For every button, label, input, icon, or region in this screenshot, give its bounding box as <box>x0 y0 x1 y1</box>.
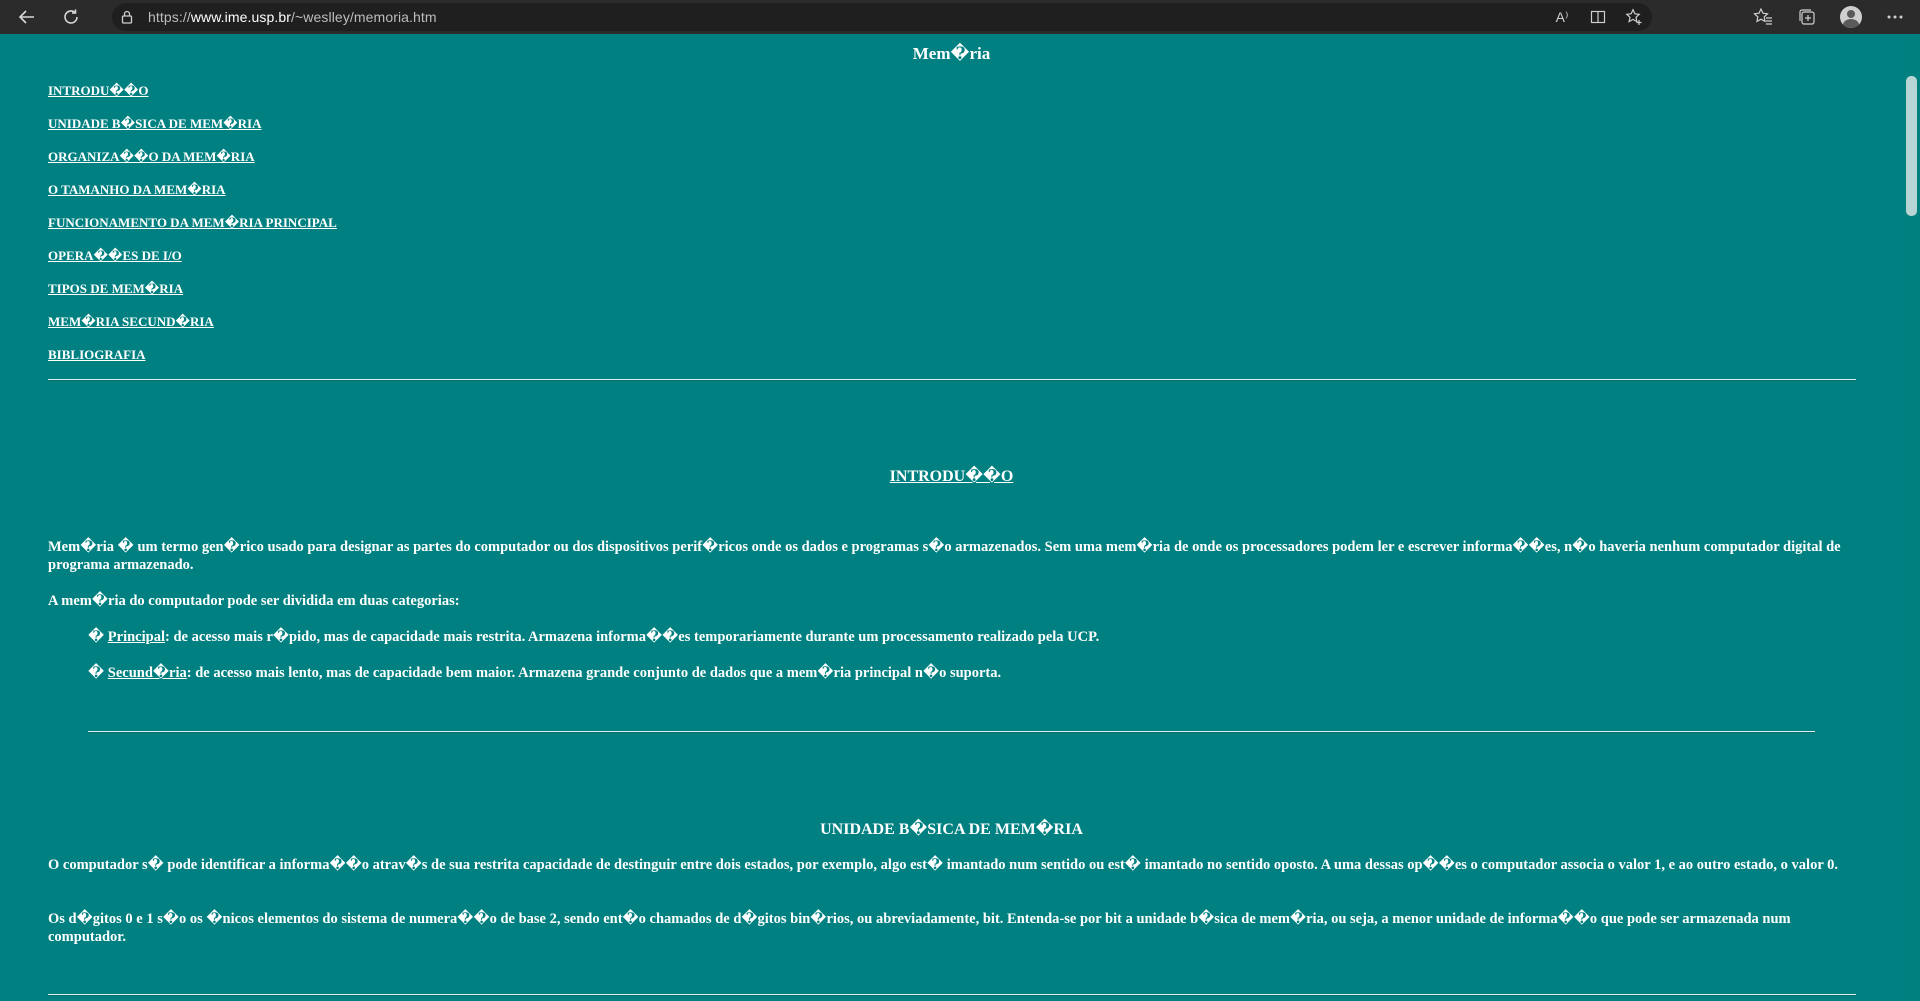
more-menu-icon[interactable] <box>1884 6 1906 28</box>
divider-middle <box>88 731 1815 733</box>
bullet-secundaria: � Secund�ria: de acesso mais lento, mas … <box>88 664 1848 682</box>
toc-item: OPERA��ES DE I/O <box>48 247 337 280</box>
collections-icon[interactable] <box>1796 6 1818 28</box>
divider-top <box>48 379 1856 381</box>
toc-item: UNIDADE B�SICA DE MEM�RIA <box>48 115 337 148</box>
toc-item: ORGANIZA��O DA MEM�RIA <box>48 148 337 181</box>
toc-link-tipos[interactable]: TIPOS DE MEM�RIA <box>48 281 183 296</box>
toc-link-unidade-basica[interactable]: UNIDADE B�SICA DE MEM�RIA <box>48 116 262 131</box>
bullet-term: Secund�ria <box>107 665 187 681</box>
toc-item: FUNCIONAMENTO DA MEM�RIA PRINCIPAL <box>48 214 337 247</box>
section-heading-text: INTRODU��O <box>889 468 1014 485</box>
immersive-reader-icon[interactable] <box>1588 7 1608 27</box>
toc-item: BIBLIOGRAFIA <box>48 346 337 379</box>
bullet-text: : de acesso mais r�pido, mas de capacida… <box>164 629 1100 645</box>
intro-paragraph-2: A mem�ria do computador pode ser dividid… <box>48 593 460 609</box>
url-host: www.ime.usp.br <box>190 9 292 25</box>
back-button[interactable] <box>10 0 44 34</box>
table-of-contents: INTRODU��O UNIDADE B�SICA DE MEM�RIA ORG… <box>48 82 337 379</box>
url-path: /~weslley/memoria.htm <box>291 9 437 25</box>
address-bar[interactable]: https://www.ime.usp.br/~weslley/memoria.… <box>112 3 1652 31</box>
toc-link-secundaria[interactable]: MEM�RIA SECUND�RIA <box>48 314 214 329</box>
lock-icon <box>121 10 133 24</box>
bullet-principal: � Principal: de acesso mais r�pido, mas … <box>88 628 1848 646</box>
toc-link-introducao[interactable]: INTRODU��O <box>48 83 148 98</box>
read-aloud-icon[interactable]: A⁾ <box>1552 7 1572 27</box>
bullet-mark: � <box>88 665 108 681</box>
page-title: Mem�ria <box>912 44 991 63</box>
toc-item: MEM�RIA SECUND�RIA <box>48 313 337 346</box>
section-heading-introducao: INTRODU��O <box>0 466 1903 486</box>
unit-paragraph-1: O computador s� pode identificar a infor… <box>48 857 1838 873</box>
add-favorite-icon[interactable] <box>1624 7 1644 27</box>
unit-paragraph-2: Os d�gitos 0 e 1 s�o os �nicos elementos… <box>48 911 1791 945</box>
bullet-term: Principal <box>107 629 165 645</box>
toc-link-organizacao[interactable]: ORGANIZA��O DA MEM�RIA <box>48 149 255 164</box>
profile-avatar-icon[interactable] <box>1840 6 1862 28</box>
toc-item: INTRODU��O <box>48 82 337 115</box>
url-text[interactable]: https://www.ime.usp.br/~weslley/memoria.… <box>148 9 437 25</box>
browser-toolbar: https://www.ime.usp.br/~weslley/memoria.… <box>0 0 1920 34</box>
browser-tools <box>1752 0 1906 34</box>
page-content: Mem�ria INTRODU��O UNIDADE B�SICA DE MEM… <box>0 34 1903 1001</box>
toc-link-bibliografia[interactable]: BIBLIOGRAFIA <box>48 347 146 362</box>
address-actions: A⁾ <box>1552 3 1644 31</box>
favorites-icon[interactable] <box>1752 6 1774 28</box>
toc-link-tamanho[interactable]: O TAMANHO DA MEM�RIA <box>48 182 226 197</box>
toc-link-operacoes-io[interactable]: OPERA��ES DE I/O <box>48 248 182 263</box>
toc-item: TIPOS DE MEM�RIA <box>48 280 337 313</box>
page-scrollbar[interactable] <box>1903 34 1920 1001</box>
back-arrow-icon <box>18 10 34 24</box>
bullet-text: : de acesso mais lento, mas de capacidad… <box>186 665 1002 681</box>
section-heading-unidade-basica: UNIDADE B�SICA DE MEM�RIA <box>820 821 1083 838</box>
url-prefix: https:// <box>148 9 191 25</box>
divider-bottom <box>48 994 1856 996</box>
toc-item: O TAMANHO DA MEM�RIA <box>48 181 337 214</box>
refresh-button[interactable] <box>54 0 88 34</box>
bullet-mark: � <box>88 629 108 645</box>
intro-paragraph-1: Mem�ria � um termo gen�rico usado para d… <box>48 539 1841 573</box>
scrollbar-thumb[interactable] <box>1906 76 1917 216</box>
refresh-icon <box>64 9 78 24</box>
toc-link-funcionamento[interactable]: FUNCIONAMENTO DA MEM�RIA PRINCIPAL <box>48 215 337 230</box>
